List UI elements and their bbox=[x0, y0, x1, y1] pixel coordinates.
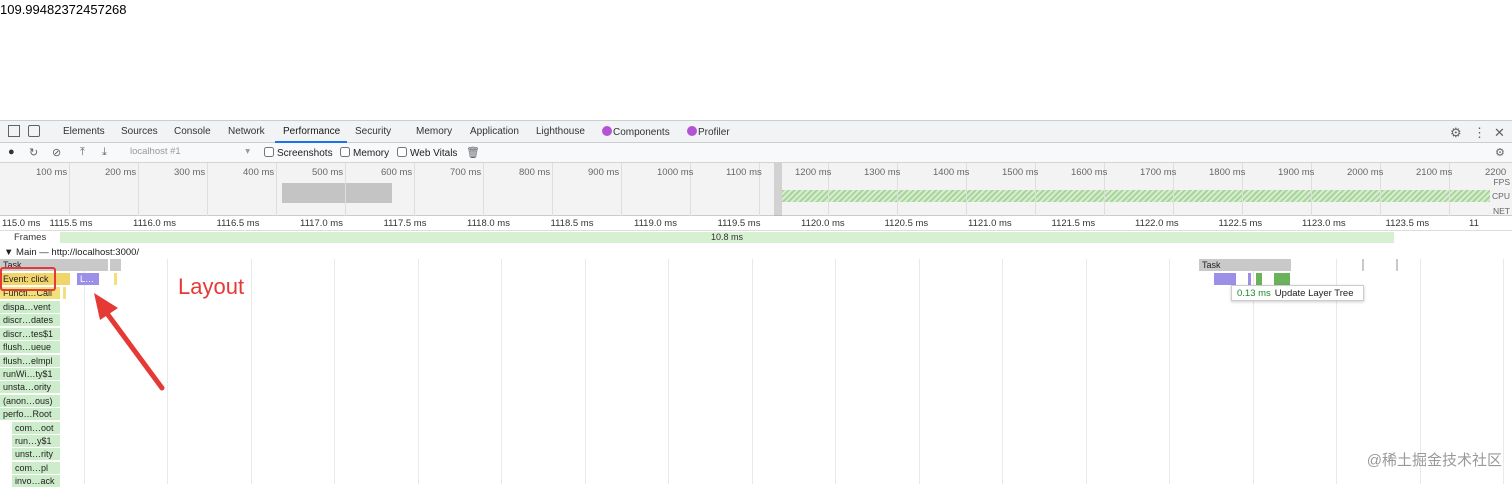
annotation-label: Layout bbox=[178, 274, 245, 299]
annotation-arrow bbox=[94, 293, 165, 391]
watermark: @稀土掘金技术社区 bbox=[1366, 452, 1502, 469]
